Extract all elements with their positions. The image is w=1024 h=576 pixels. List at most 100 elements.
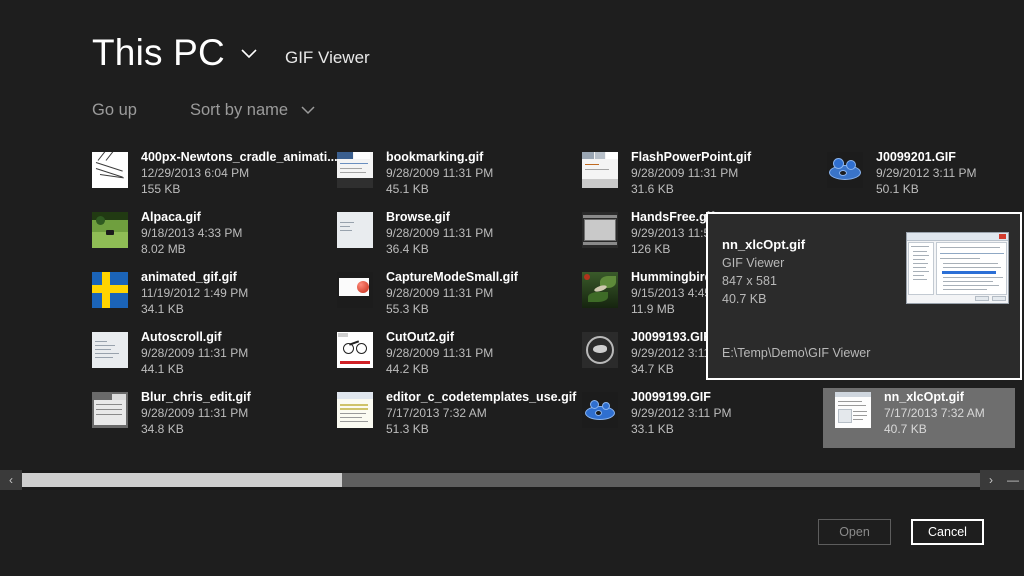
file-name: animated_gif.gif xyxy=(141,270,248,285)
scroll-left-arrow-icon[interactable]: ‹ xyxy=(0,470,22,490)
file-thumbnail xyxy=(337,152,373,188)
file-date: 7/17/2013 7:32 AM xyxy=(386,405,565,421)
file-thumbnail xyxy=(582,392,618,428)
list-item[interactable]: animated_gif.gif 11/19/2012 1:49 PM 34.1… xyxy=(88,268,320,328)
cancel-button[interactable]: Cancel xyxy=(911,519,984,545)
file-size: 33.1 KB xyxy=(631,421,732,437)
file-thumbnail xyxy=(337,332,373,368)
file-name: J0099201.GIF xyxy=(876,150,977,165)
file-size: 36.4 KB xyxy=(386,241,493,257)
file-name: 400px-Newtons_cradle_animati... xyxy=(141,150,320,165)
preview-file-size: 40.7 KB xyxy=(722,292,766,306)
list-item[interactable]: Autoscroll.gif 9/28/2009 11:31 PM 44.1 K… xyxy=(88,328,320,388)
file-date: 9/28/2009 11:31 PM xyxy=(386,225,493,241)
open-button[interactable]: Open xyxy=(818,519,891,545)
footer-buttons: Open Cancel xyxy=(818,519,984,545)
list-item[interactable]: J0099199.GIF 9/29/2012 3:11 PM 33.1 KB xyxy=(578,388,810,448)
sort-by-label: Sort by name xyxy=(190,101,288,120)
file-size: 11.9 MB xyxy=(631,301,712,317)
file-thumbnail xyxy=(92,272,128,308)
file-thumbnail xyxy=(92,152,128,188)
list-item[interactable]: FlashPowerPoint.gif 9/28/2009 11:31 PM 3… xyxy=(578,148,810,208)
preview-file-name: nn_xlcOpt.gif xyxy=(722,237,805,252)
file-date: 7/17/2013 7:32 AM xyxy=(884,405,985,421)
file-name: CaptureModeSmall.gif xyxy=(386,270,518,285)
file-column: bookmarking.gif 9/28/2009 11:31 PM 45.1 … xyxy=(333,148,565,448)
file-name: Browse.gif xyxy=(386,210,493,225)
file-date: 9/18/2013 4:33 PM xyxy=(141,225,242,241)
file-date: 12/29/2013 6:04 PM xyxy=(141,165,320,181)
file-name: J0099199.GIF xyxy=(631,390,732,405)
file-name: FlashPowerPoint.gif xyxy=(631,150,751,165)
go-up-button[interactable]: Go up xyxy=(92,101,137,120)
list-item[interactable]: Browse.gif 9/28/2009 11:31 PM 36.4 KB xyxy=(333,208,565,268)
list-item[interactable]: Alpaca.gif 9/18/2013 4:33 PM 8.02 MB xyxy=(88,208,320,268)
file-name: CutOut2.gif xyxy=(386,330,493,345)
file-name: Blur_chris_edit.gif xyxy=(141,390,251,405)
file-name: Alpaca.gif xyxy=(141,210,242,225)
file-date: 9/28/2009 11:31 PM xyxy=(141,405,251,421)
file-size: 44.1 KB xyxy=(141,361,248,377)
file-name: bookmarking.gif xyxy=(386,150,493,165)
file-thumbnail xyxy=(337,272,373,308)
file-date: 9/28/2009 11:31 PM xyxy=(386,285,518,301)
file-picker-window: This PC GIF Viewer Go up Sort by name xyxy=(0,0,1024,576)
file-size: 51.3 KB xyxy=(386,421,565,437)
scroll-right-arrow-icon[interactable]: › xyxy=(980,470,1002,490)
file-date: 9/29/2012 3:11 PM xyxy=(631,405,732,421)
file-name: Hummingbird xyxy=(631,270,712,285)
file-thumbnail xyxy=(582,212,618,248)
file-size: 50.1 KB xyxy=(876,181,977,197)
file-size: 34.1 KB xyxy=(141,301,248,317)
file-date: 9/29/2013 11:53 xyxy=(631,225,717,241)
file-name: nn_xlcOpt.gif xyxy=(884,390,985,405)
file-date: 9/29/2012 3:11 xyxy=(631,345,711,361)
footer: Open Cancel xyxy=(0,490,1024,576)
file-thumbnail xyxy=(582,332,618,368)
preview-file-path: E:\Temp\Demo\GIF Viewer xyxy=(722,346,870,360)
file-size: 31.6 KB xyxy=(631,181,751,197)
chevron-down-icon xyxy=(300,102,316,121)
list-item[interactable]: CaptureModeSmall.gif 9/28/2009 11:31 PM … xyxy=(333,268,565,328)
file-date: 9/29/2012 3:11 PM xyxy=(876,165,977,181)
header: This PC GIF Viewer xyxy=(92,34,370,71)
file-size: 155 KB xyxy=(141,181,320,197)
resize-grip-icon[interactable]: — xyxy=(1002,470,1024,490)
list-item[interactable]: bookmarking.gif 9/28/2009 11:31 PM 45.1 … xyxy=(333,148,565,208)
file-name: HandsFree.gif xyxy=(631,210,717,225)
list-item[interactable]: 400px-Newtons_cradle_animati... 12/29/20… xyxy=(88,148,320,208)
file-name: J0099193.GIF xyxy=(631,330,711,345)
file-thumbnail xyxy=(337,392,373,428)
file-thumbnail xyxy=(92,392,128,428)
sort-by-button[interactable]: Sort by name xyxy=(190,101,316,120)
file-size: 34.8 KB xyxy=(141,421,251,437)
list-item[interactable]: editor_c_codetemplates_use.gif 7/17/2013… xyxy=(333,388,565,448)
file-date: 9/28/2009 11:31 PM xyxy=(386,165,493,181)
file-size: 44.2 KB xyxy=(386,361,493,377)
file-thumbnail xyxy=(92,332,128,368)
chevron-down-icon[interactable] xyxy=(239,47,259,61)
file-thumbnail xyxy=(582,152,618,188)
scrollbar-thumb[interactable] xyxy=(22,473,342,487)
file-size: 126 KB xyxy=(631,241,717,257)
app-name-label: GIF Viewer xyxy=(285,48,370,68)
page-title: This PC xyxy=(92,34,225,71)
command-bar: Go up Sort by name xyxy=(92,101,316,120)
file-date: 9/28/2009 11:31 PM xyxy=(141,345,248,361)
preview-thumbnail xyxy=(906,232,1009,304)
file-date: 11/19/2012 1:49 PM xyxy=(141,285,248,301)
file-thumbnail xyxy=(582,272,618,308)
file-name: editor_c_codetemplates_use.gif xyxy=(386,390,565,405)
list-item[interactable]: nn_xlcOpt.gif 7/17/2013 7:32 AM 40.7 KB xyxy=(823,388,1015,448)
file-preview-flyout: nn_xlcOpt.gif GIF Viewer 847 x 581 40.7 … xyxy=(706,212,1022,380)
list-item[interactable]: CutOut2.gif 9/28/2009 11:31 PM 44.2 KB xyxy=(333,328,565,388)
file-size: 45.1 KB xyxy=(386,181,493,197)
scrollbar-track[interactable] xyxy=(22,473,980,487)
file-size: 40.7 KB xyxy=(884,421,985,437)
file-thumbnail xyxy=(92,212,128,248)
preview-dimensions: 847 x 581 xyxy=(722,274,777,288)
preview-app-name: GIF Viewer xyxy=(722,256,784,270)
list-item[interactable]: Blur_chris_edit.gif 9/28/2009 11:31 PM 3… xyxy=(88,388,320,448)
horizontal-scrollbar[interactable]: ‹ › — xyxy=(0,470,1024,490)
list-item[interactable]: J0099201.GIF 9/29/2012 3:11 PM 50.1 KB xyxy=(823,148,1024,208)
